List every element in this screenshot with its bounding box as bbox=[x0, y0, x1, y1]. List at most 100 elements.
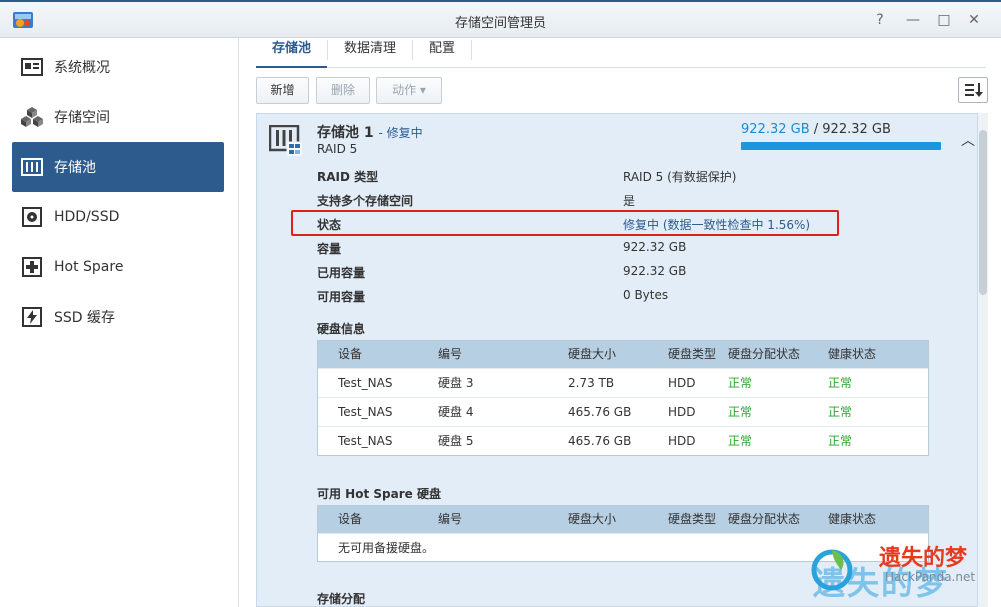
add-button[interactable]: 新增 bbox=[256, 77, 309, 104]
cell-device: Test_NAS bbox=[338, 434, 393, 448]
sidebar: 系统概况 存储空间 存储池 HDD/SSD Hot Spare SSD 缓存 bbox=[0, 38, 239, 607]
col-alloc[interactable]: 硬盘分配状态 bbox=[728, 506, 828, 533]
cell-alloc: 正常 bbox=[728, 376, 753, 390]
col-health[interactable]: 健康状态 bbox=[828, 341, 928, 368]
prop-label-capacity: 容量 bbox=[317, 242, 342, 256]
prop-value-multi-volume: 是 bbox=[623, 194, 636, 208]
capacity-text: 922.32 GB / 922.32 GB bbox=[741, 122, 891, 137]
cell-health: 正常 bbox=[828, 434, 853, 448]
cell-device: Test_NAS bbox=[338, 376, 393, 390]
sidebar-item-label: SSD 缓存 bbox=[54, 310, 116, 326]
prop-value-raid-type: RAID 5 (有数据保护) bbox=[623, 170, 737, 184]
cell-type: HDD bbox=[668, 434, 696, 448]
status-highlight-box bbox=[291, 210, 839, 236]
disk-icon bbox=[20, 205, 44, 229]
disk-info-title: 硬盘信息 bbox=[317, 322, 366, 336]
sidebar-item-label: 存储池 bbox=[54, 160, 96, 176]
sidebar-item-overview[interactable]: 系统概况 bbox=[12, 42, 224, 92]
storage-pool-icon bbox=[269, 125, 303, 157]
cell-type: HDD bbox=[668, 376, 696, 390]
prop-value-capacity: 922.32 GB bbox=[623, 240, 687, 254]
tab-data-scrubbing[interactable]: 数据清理 bbox=[328, 38, 412, 68]
table-header: 设备 编号 硬盘大小 硬盘类型 硬盘分配状态 健康状态 bbox=[318, 341, 928, 368]
storage-pool-panel: 存储池 1 - 修复中 RAID 5 922.32 GB / 922.32 GB… bbox=[256, 113, 978, 607]
sidebar-item-ssd-cache[interactable]: SSD 缓存 bbox=[12, 292, 224, 342]
cell-size: 2.73 TB bbox=[568, 376, 615, 390]
disk-info-table: 设备 编号 硬盘大小 硬盘类型 硬盘分配状态 健康状态 Test_NAS 硬盘 … bbox=[317, 340, 929, 456]
sidebar-item-hdd-ssd[interactable]: HDD/SSD bbox=[12, 192, 224, 242]
prop-label-available: 可用容量 bbox=[317, 290, 366, 304]
cell-device: Test_NAS bbox=[338, 405, 393, 419]
sidebar-item-label: Hot Spare bbox=[54, 259, 124, 275]
prop-label-multi-volume: 支持多个存储空间 bbox=[317, 194, 414, 208]
cell-size: 465.76 GB bbox=[568, 434, 632, 448]
capacity-bar bbox=[741, 142, 941, 150]
watermark-site: HackPanda.net bbox=[885, 570, 976, 584]
hot-spare-title: 可用 Hot Spare 硬盘 bbox=[317, 487, 441, 501]
cell-number: 硬盘 3 bbox=[438, 376, 474, 390]
cubes-icon bbox=[20, 105, 44, 129]
pool-raid-type: RAID 5 bbox=[317, 142, 358, 156]
minimize-button[interactable]: — bbox=[903, 10, 923, 30]
cell-number: 硬盘 5 bbox=[438, 434, 474, 448]
watermark-logo: 遗失的梦 遗失的梦 HackPanda.net bbox=[805, 540, 1001, 607]
overview-icon bbox=[20, 55, 44, 79]
collapse-chevron-up-icon[interactable]: ︿ bbox=[961, 130, 975, 150]
sidebar-item-storage-pool[interactable]: 存储池 bbox=[12, 142, 224, 192]
sidebar-item-label: 系统概况 bbox=[54, 60, 110, 76]
scrollbar-thumb[interactable] bbox=[979, 130, 987, 295]
prop-label-raid-type: RAID 类型 bbox=[317, 170, 379, 184]
sidebar-item-label: HDD/SSD bbox=[54, 209, 120, 225]
plus-icon bbox=[20, 255, 44, 279]
col-number[interactable]: 编号 bbox=[438, 341, 568, 368]
col-device[interactable]: 设备 bbox=[318, 341, 438, 368]
tab-storage-pool[interactable]: 存储池 bbox=[256, 38, 328, 68]
col-type[interactable]: 硬盘类型 bbox=[668, 341, 728, 368]
col-number[interactable]: 编号 bbox=[438, 506, 568, 533]
cell-health: 正常 bbox=[828, 405, 853, 419]
pool-name: 存储池 1 bbox=[317, 125, 374, 141]
col-health[interactable]: 健康状态 bbox=[828, 506, 928, 533]
cell-size: 465.76 GB bbox=[568, 405, 632, 419]
window-title: 存储空间管理员 bbox=[454, 16, 546, 31]
close-button[interactable]: ✕ bbox=[964, 10, 984, 30]
watermark-title: 遗失的梦 bbox=[879, 546, 968, 571]
tab-separator bbox=[471, 40, 473, 60]
col-device[interactable]: 设备 bbox=[318, 506, 438, 533]
cell-type: HDD bbox=[668, 405, 696, 419]
capacity-total: 922.32 GB bbox=[822, 122, 891, 137]
maximize-button[interactable]: □ bbox=[934, 10, 954, 30]
cell-number: 硬盘 4 bbox=[438, 405, 474, 419]
pool-title: 存储池 1 - 修复中 bbox=[317, 122, 423, 142]
cell-alloc: 正常 bbox=[728, 434, 753, 448]
prop-value-available: 0 Bytes bbox=[623, 288, 669, 302]
cell-alloc: 正常 bbox=[728, 405, 753, 419]
help-button[interactable]: ? bbox=[870, 10, 890, 30]
main-content: 存储池 数据清理 配置 新增 删除 动作 ▾ 存储池 1 - 修复中 RAID … bbox=[240, 38, 1001, 607]
allocation-title: 存储分配 bbox=[317, 592, 366, 606]
lightning-icon bbox=[20, 305, 44, 329]
col-size[interactable]: 硬盘大小 bbox=[568, 506, 668, 533]
sidebar-item-hot-spare[interactable]: Hot Spare bbox=[12, 242, 224, 292]
col-type[interactable]: 硬盘类型 bbox=[668, 506, 728, 533]
table-row[interactable]: Test_NAS 硬盘 5 465.76 GB HDD 正常 正常 bbox=[318, 426, 928, 455]
prop-value-used: 922.32 GB bbox=[623, 264, 687, 278]
storage-pool-icon bbox=[20, 155, 44, 179]
tab-bar: 存储池 数据清理 配置 bbox=[256, 38, 986, 68]
col-alloc[interactable]: 硬盘分配状态 bbox=[728, 341, 828, 368]
pool-status-inline: - 修复中 bbox=[378, 126, 423, 140]
col-size[interactable]: 硬盘大小 bbox=[568, 341, 668, 368]
sort-icon bbox=[965, 83, 983, 97]
sort-button[interactable] bbox=[958, 77, 988, 103]
sidebar-item-label: 存储空间 bbox=[54, 110, 110, 126]
capacity-separator: / bbox=[809, 122, 823, 137]
action-dropdown[interactable]: 动作 ▾ bbox=[376, 77, 442, 104]
delete-button[interactable]: 删除 bbox=[316, 77, 370, 104]
table-row[interactable]: Test_NAS 硬盘 3 2.73 TB HDD 正常 正常 bbox=[318, 368, 928, 397]
capacity-used: 922.32 GB bbox=[741, 122, 810, 137]
window-titlebar: 存储空间管理员 ? — □ ✕ bbox=[0, 0, 1001, 38]
sidebar-item-volume[interactable]: 存储空间 bbox=[12, 92, 224, 142]
tab-settings[interactable]: 配置 bbox=[413, 38, 471, 68]
table-row[interactable]: Test_NAS 硬盘 4 465.76 GB HDD 正常 正常 bbox=[318, 397, 928, 426]
cell-health: 正常 bbox=[828, 376, 853, 390]
